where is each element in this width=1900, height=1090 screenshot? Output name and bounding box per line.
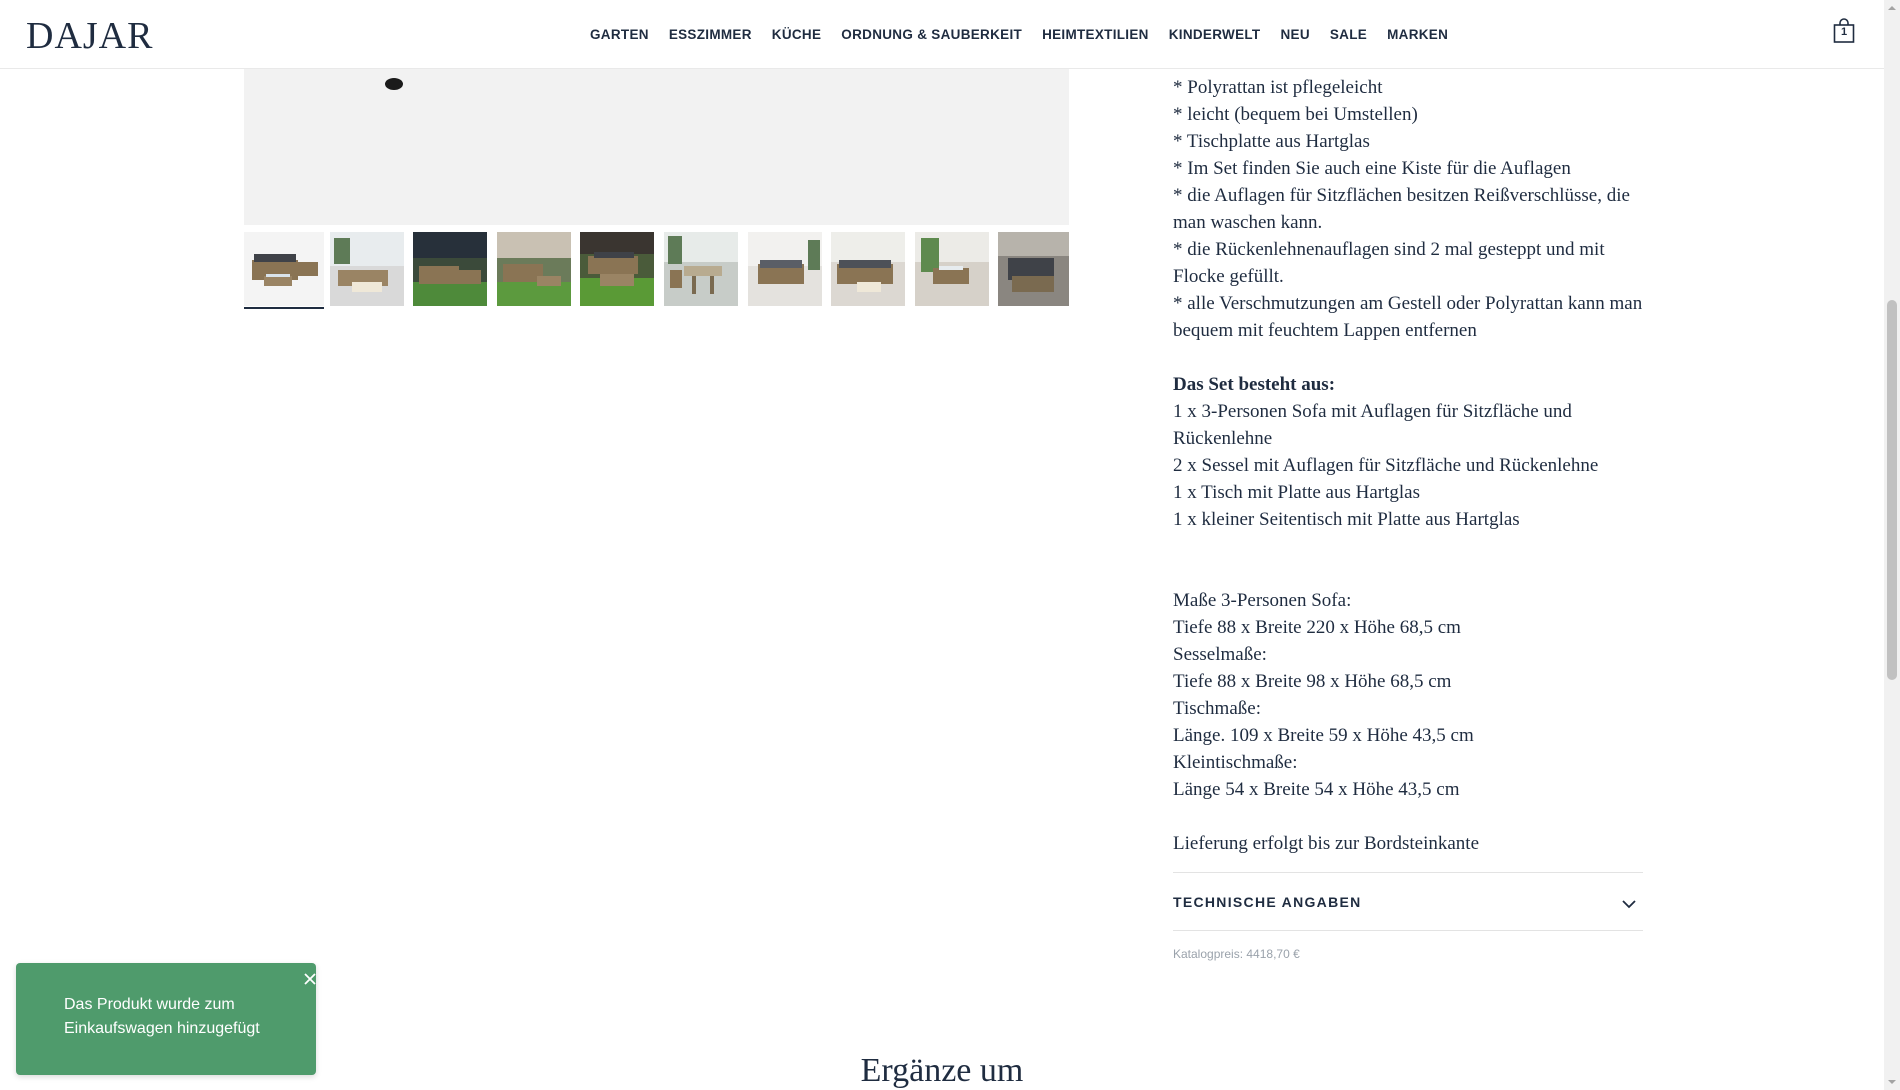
thumbnail-6[interactable]	[664, 232, 738, 306]
site-header: DAJAR GARTEN ESSZIMMER KÜCHE ORDNUNG & S…	[0, 0, 1884, 69]
thumbnail-4[interactable]	[497, 232, 571, 306]
set-heading: Das Set besteht aus:	[1173, 374, 1336, 395]
close-icon[interactable]	[300, 969, 320, 989]
thumbnail-image	[497, 232, 571, 306]
nav-item-ordnung[interactable]: ORDNUNG & SAUBERKEIT	[831, 27, 1032, 42]
thumbnail-image	[915, 232, 989, 306]
thumbnail-2[interactable]	[330, 232, 404, 306]
divider	[1173, 872, 1643, 873]
dimension-line: Tischmaße:	[1173, 698, 1261, 719]
cart-notification-toast: Das Produkt wurde zum Einkaufswagen hinz…	[16, 963, 316, 1075]
accordion-technical-details[interactable]: TECHNISCHE ANGABEN	[1173, 894, 1362, 910]
cart-button[interactable]: 1	[1833, 18, 1855, 44]
thumbnail-8[interactable]	[831, 232, 905, 306]
feature-line: * Tischplatte aus Hartglas	[1173, 131, 1370, 152]
thumbnail-image	[413, 232, 487, 306]
feature-line: * Polyrattan ist pflegeleicht	[1173, 77, 1383, 98]
thumbnail-image	[244, 232, 324, 306]
thumbnail-image	[998, 232, 1069, 306]
thumbnail-image	[580, 232, 654, 306]
main-nav: GARTEN ESSZIMMER KÜCHE ORDNUNG & SAUBERK…	[580, 0, 1458, 68]
nav-item-esszimmer[interactable]: ESSZIMMER	[659, 27, 762, 42]
thumbnail-image	[831, 232, 905, 306]
dimension-line: Länge. 109 x Breite 59 x Höhe 43,5 cm	[1173, 725, 1474, 746]
nav-item-kueche[interactable]: KÜCHE	[762, 27, 832, 42]
feature-line: * alle Verschmutzungen am Gestell oder P…	[1173, 293, 1643, 341]
nav-item-garten[interactable]: GARTEN	[580, 27, 659, 42]
feature-line: * die Auflagen für Sitzflächen besitzen …	[1173, 185, 1630, 233]
dimension-line: Kleintischmaße:	[1173, 752, 1298, 773]
set-item: 2 x Sessel mit Auflagen für Sitzfläche u…	[1173, 455, 1599, 476]
set-item: 1 x kleiner Seitentisch mit Platte aus H…	[1173, 509, 1520, 530]
dimension-line: Sesselmaße:	[1173, 644, 1267, 665]
divider	[1173, 930, 1643, 931]
dimension-line: Tiefe 88 x Breite 220 x Höhe 68,5 cm	[1173, 617, 1461, 638]
thumbnail-10[interactable]	[998, 232, 1069, 306]
chevron-down-icon[interactable]	[1620, 895, 1638, 913]
thumbnail-9[interactable]	[915, 232, 989, 306]
feature-line: * die Rückenlehnenauflagen sind 2 mal ge…	[1173, 239, 1605, 287]
thumbnail-7[interactable]	[748, 232, 822, 306]
toast-message: Das Produkt wurde zum Einkaufswagen hinz…	[64, 996, 260, 1037]
thumbnail-3[interactable]	[413, 232, 487, 306]
delivery-note: Lieferung erfolgt bis zur Bordsteinkante	[1173, 833, 1480, 854]
cart-count-badge: 1	[1840, 26, 1848, 38]
thumbnail-image	[664, 232, 738, 306]
thumbnail-5[interactable]	[580, 232, 654, 306]
dimension-line: Länge 54 x Breite 54 x Höhe 43,5 cm	[1173, 779, 1460, 800]
logo[interactable]: DAJAR	[26, 14, 153, 58]
set-item: 1 x Tisch mit Platte aus Hartglas	[1173, 482, 1420, 503]
thumbnail-1[interactable]	[244, 232, 324, 306]
nav-item-heimtextilien[interactable]: HEIMTEXTILIEN	[1032, 27, 1159, 42]
feature-line: * Im Set finden Sie auch eine Kiste für …	[1173, 158, 1571, 179]
scroll-down-arrow-icon[interactable]	[1884, 1074, 1900, 1090]
dimension-line: Maße 3-Personen Sofa:	[1173, 590, 1352, 611]
thumbnail-strip	[244, 232, 1069, 310]
thumbnail-image	[330, 232, 404, 306]
nav-item-neu[interactable]: NEU	[1270, 27, 1319, 42]
thumbnail-image	[748, 232, 822, 306]
catalog-price: Katalogpreis: 4418,70 €	[1173, 947, 1300, 961]
nav-item-sale[interactable]: SALE	[1320, 27, 1377, 42]
nav-item-marken[interactable]: MARKEN	[1377, 27, 1458, 42]
feature-line: * leicht (bequem bei Umstellen)	[1173, 104, 1418, 125]
scroll-up-arrow-icon[interactable]	[1884, 0, 1900, 16]
active-thumbnail-indicator	[244, 307, 324, 309]
nav-item-kinderwelt[interactable]: KINDERWELT	[1159, 27, 1271, 42]
scrollbar-thumb[interactable]	[1887, 300, 1897, 680]
dimension-line: Tiefe 88 x Breite 98 x Höhe 68,5 cm	[1173, 671, 1452, 692]
set-item: 1 x 3-Personen Sofa mit Auflagen für Sit…	[1173, 401, 1572, 449]
product-description: * Polyrattan ist pflegeleicht * leicht (…	[1173, 74, 1643, 857]
